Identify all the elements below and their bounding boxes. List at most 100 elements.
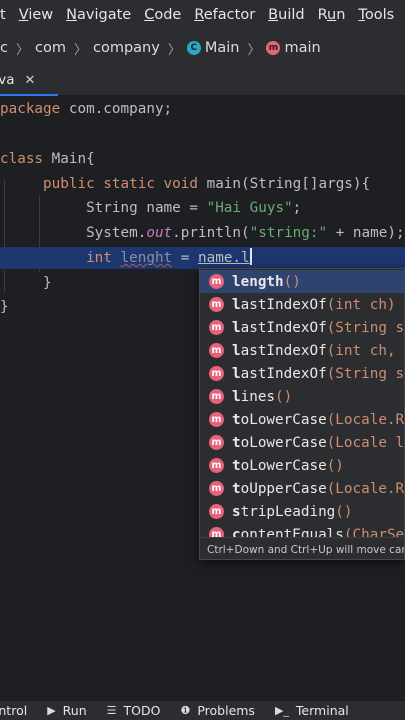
code-line-6-current: int lenght = name.l xyxy=(0,247,405,269)
tool-todo[interactable]: ☰ TODO xyxy=(107,703,161,718)
tool-label: TODO xyxy=(123,703,161,718)
code-text: ; xyxy=(292,200,302,216)
method-icon: m xyxy=(209,389,224,404)
menu-code-mnemonic: C xyxy=(144,7,155,23)
suggestion-name: lastIndexOf xyxy=(232,342,327,359)
method-icon: m xyxy=(209,435,224,450)
menu-refactor[interactable]: Refactor xyxy=(194,7,255,23)
suggestion-params: (Locale l xyxy=(326,434,405,451)
code-line-5: System.out.println("string:" + name); xyxy=(0,222,405,244)
code-text: String name = xyxy=(86,200,207,216)
suggestion-match: l xyxy=(232,342,241,359)
code-text: = xyxy=(172,250,198,266)
code-brace: } xyxy=(43,275,52,291)
tool-window-bar: Control ▶ Run ☰ TODO ❶ Problems ▶_ Terminal xyxy=(0,700,405,720)
chevron-right-icon: 〉 xyxy=(73,42,87,58)
menu-run-rest: n xyxy=(336,7,346,23)
suggestion-item[interactable]: m lastIndexOf (String s xyxy=(200,316,405,339)
code-keyword: class xyxy=(0,151,44,167)
code-keyword: int xyxy=(86,250,112,266)
menu-edit[interactable]: it xyxy=(0,7,6,23)
code-brace: } xyxy=(0,299,9,315)
tool-terminal[interactable]: ▶_ Terminal xyxy=(275,703,349,718)
suggestion-item[interactable]: m lines() xyxy=(200,385,404,408)
suggestion-name: lines xyxy=(232,388,276,405)
code-line-3: public static void main(String[]args){ xyxy=(0,173,405,195)
suggestion-params: () xyxy=(275,388,293,405)
suggestion-params: () xyxy=(335,503,353,520)
menu-tools[interactable]: Tools xyxy=(358,7,394,23)
method-icon: m xyxy=(209,366,224,381)
menu-view-mnemonic: V xyxy=(18,7,29,23)
menu-navigate[interactable]: Navigate xyxy=(66,7,131,23)
tool-label: Run xyxy=(62,703,87,718)
suggestion-name: stripLeading xyxy=(232,503,336,520)
suggestion-item[interactable]: m toUpperCase (Locale.R xyxy=(200,477,404,500)
code-completion-popup: m length() m lastIndexOf (int ch) m lastIndexO… xyxy=(199,268,405,560)
suggestion-match: s xyxy=(232,503,241,520)
breadcrumb-main-method[interactable]: m main xyxy=(266,40,321,56)
method-icon: m xyxy=(209,297,224,312)
menu-code[interactable]: Code xyxy=(144,7,181,23)
tool-problems[interactable]: ❶ Problems xyxy=(180,703,255,718)
suggestion-match: length xyxy=(232,273,284,290)
suggestion-match: l xyxy=(232,388,241,405)
method-icon: m xyxy=(209,504,224,519)
suggestion-name: lastIndexOf xyxy=(232,319,327,336)
suggestion-name: lastIndexOf xyxy=(232,365,327,382)
suggestion-item[interactable]: m lastIndexOf (int ch, xyxy=(200,339,404,362)
method-icon: m xyxy=(266,41,281,55)
suggestion-match: t xyxy=(232,457,241,474)
suggestion-item[interactable]: m toLowerCase (Locale.R xyxy=(200,408,404,431)
menu-view-rest: iew xyxy=(28,7,54,23)
code-field: out xyxy=(146,225,173,241)
chevron-right-icon: 〉 xyxy=(247,42,261,58)
suggestion-item[interactable]: m lastIndexOf (int ch) xyxy=(200,293,404,316)
code-line-1: package com.company; xyxy=(0,98,405,120)
menu-bar: it View Navigate Code Refactor Build Run… xyxy=(0,0,405,30)
breadcrumb-com[interactable]: com xyxy=(35,40,66,56)
suggestion-name: lastIndexOf xyxy=(232,296,327,313)
completion-hint: Ctrl+Down and Ctrl+Up will move caret do… xyxy=(200,537,404,559)
chevron-right-icon: 〉 xyxy=(167,42,181,58)
code-keyword: package xyxy=(0,101,61,117)
run-icon: ▶ xyxy=(47,704,56,717)
text-caret xyxy=(249,248,252,265)
breadcrumb-company[interactable]: company xyxy=(93,40,160,56)
suggestion-item[interactable]: m length() xyxy=(200,270,404,293)
suggestion-item[interactable]: m stripLeading() xyxy=(200,500,404,523)
tool-version-control[interactable]: Control xyxy=(0,703,27,718)
tool-run[interactable]: ▶ Run xyxy=(47,703,86,718)
chevron-right-icon: 〉 xyxy=(15,42,29,58)
code-unused-variable: lenght xyxy=(120,250,173,266)
suggestion-name: toLowerCase xyxy=(232,457,327,474)
tab-main-java[interactable]: ava ✕ xyxy=(0,66,58,96)
suggestion-item[interactable]: m toLowerCase (Locale l xyxy=(200,431,405,454)
menu-navigate-rest: avigate xyxy=(77,7,132,23)
code-line-4: String name = "Hai Guys"; xyxy=(0,197,405,219)
suggestion-match: l xyxy=(232,365,241,382)
breadcrumb-main-class[interactable]: C Main xyxy=(186,40,239,56)
suggestion-name: toUpperCase xyxy=(232,480,327,497)
suggestion-item[interactable]: m lastIndexOf (String s xyxy=(200,362,404,385)
menu-run-mnemonic: u xyxy=(327,7,337,23)
menu-view[interactable]: View xyxy=(19,7,53,23)
menu-build[interactable]: Build xyxy=(268,7,304,23)
suggestion-params: (String s xyxy=(326,319,405,336)
close-icon[interactable]: ✕ xyxy=(25,73,36,88)
method-icon: m xyxy=(209,481,224,496)
menu-refactor-rest: efactor xyxy=(203,7,256,23)
method-icon: m xyxy=(209,320,224,335)
tool-label: Control xyxy=(0,703,28,718)
menu-run[interactable]: Run xyxy=(318,7,346,23)
suggestion-params: (int ch, xyxy=(326,342,396,359)
breadcrumb-src[interactable]: c xyxy=(0,40,8,56)
suggestion-params: (int ch) xyxy=(326,296,396,313)
code-text: Main{ xyxy=(43,151,95,167)
suggestion-item[interactable]: m toLowerCase() xyxy=(200,454,404,477)
menu-build-rest: uild xyxy=(278,7,305,23)
